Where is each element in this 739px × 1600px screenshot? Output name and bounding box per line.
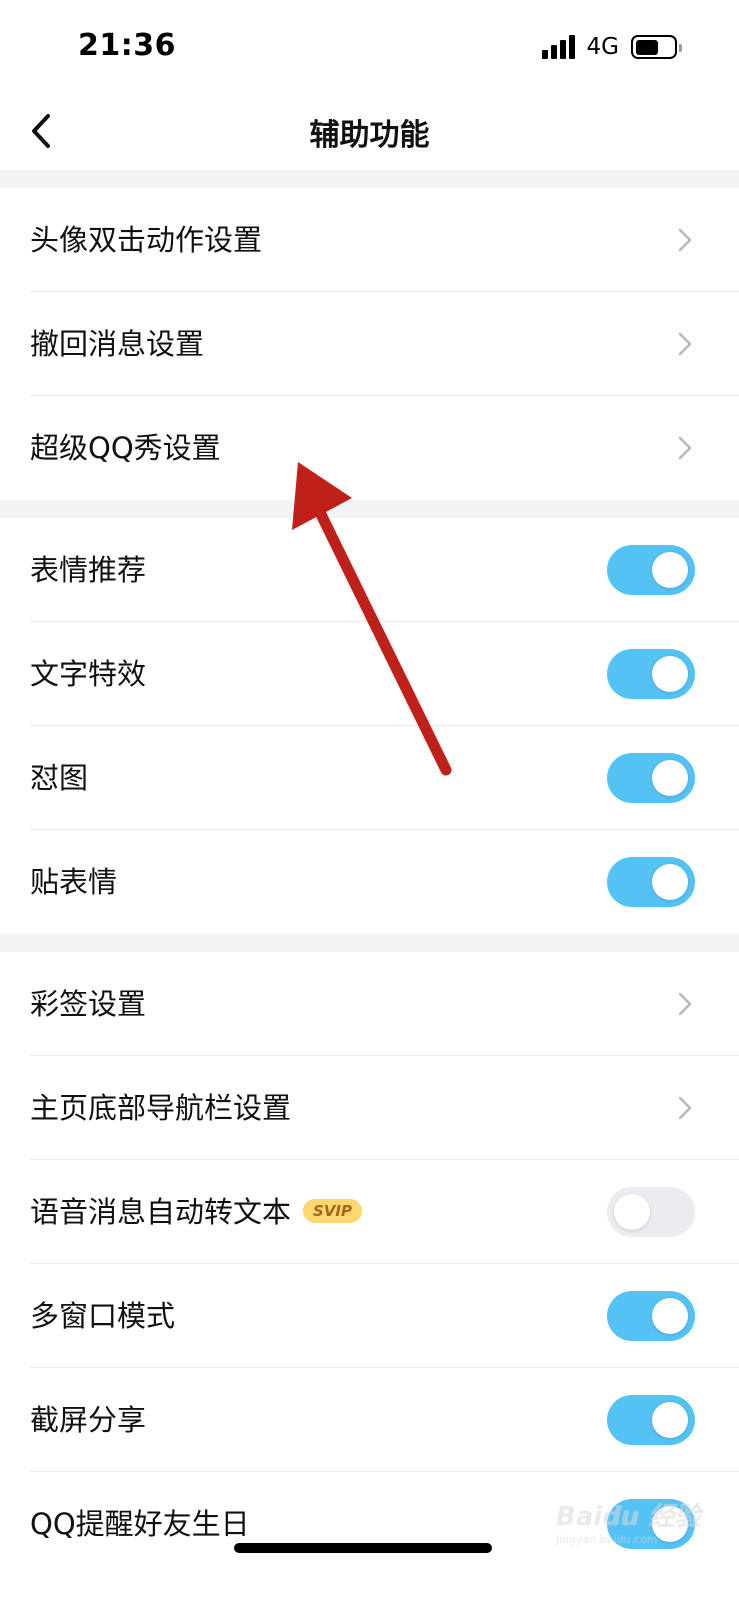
setting-label: 截屏分享: [30, 1403, 147, 1437]
setting-row-text-effects: 文字特效: [0, 622, 739, 726]
setting-row-super-qq-show[interactable]: 超级QQ秀设置: [0, 396, 739, 500]
group-separator: [0, 934, 739, 952]
setting-row-avatar-double-tap[interactable]: 头像双击动作设置: [0, 188, 739, 292]
status-time: 21:36: [78, 28, 176, 63]
meme-reply-toggle[interactable]: [607, 753, 695, 803]
sticker-toggle[interactable]: [607, 857, 695, 907]
setting-row-sticker: 贴表情: [0, 830, 739, 934]
toggle-knob: [652, 864, 688, 900]
network-type: 4G: [586, 34, 619, 60]
baidu-watermark: Baidu 经验 jingyan.baidu.com: [556, 1496, 701, 1546]
group-separator: [0, 170, 739, 188]
voice-to-text-toggle[interactable]: [607, 1187, 695, 1237]
toggle-knob: [652, 1402, 688, 1438]
setting-label: 彩签设置: [30, 987, 147, 1021]
setting-row-recall-message[interactable]: 撤回消息设置: [0, 292, 739, 396]
setting-label: 贴表情: [30, 865, 118, 899]
navigation-bar: 辅助功能: [0, 92, 739, 170]
toggle-knob: [652, 760, 688, 796]
chevron-right-icon: [678, 1096, 692, 1120]
home-indicator[interactable]: [234, 1543, 492, 1553]
setting-row-meme-reply: 怼图: [0, 726, 739, 830]
watermark-text: Baidu 经验: [556, 1502, 701, 1532]
setting-row-screenshot-share: 截屏分享: [0, 1368, 739, 1472]
status-indicators: 4G: [541, 34, 682, 60]
page-title: 辅助功能: [309, 118, 430, 153]
setting-label: 怼图: [30, 761, 89, 795]
setting-row-emoji-recommend: 表情推荐: [0, 518, 739, 622]
setting-label-text: 语音消息自动转文本: [30, 1195, 292, 1229]
setting-label: 文字特效: [30, 657, 147, 691]
setting-label: 头像双击动作设置: [30, 223, 263, 257]
setting-label: 语音消息自动转文本 SVIP: [30, 1160, 363, 1264]
emoji-recommend-toggle[interactable]: [607, 545, 695, 595]
toggle-knob: [614, 1194, 650, 1230]
battery-icon: [631, 35, 682, 59]
screenshot-share-toggle[interactable]: [607, 1395, 695, 1445]
setting-row-bottom-nav[interactable]: 主页底部导航栏设置: [0, 1056, 739, 1160]
watermark-subtext: jingyan.baidu.com: [556, 1533, 658, 1546]
chevron-right-icon: [678, 228, 692, 252]
signal-icon: [541, 35, 575, 59]
toggle-knob: [652, 1298, 688, 1334]
setting-label: 主页底部导航栏设置: [30, 1091, 292, 1125]
toggle-knob: [652, 656, 688, 692]
multi-window-toggle[interactable]: [607, 1291, 695, 1341]
chevron-right-icon: [678, 436, 692, 460]
setting-label: 超级QQ秀设置: [30, 431, 221, 465]
toggle-knob: [652, 552, 688, 588]
setting-label: 撤回消息设置: [30, 327, 205, 361]
chevron-right-icon: [678, 332, 692, 356]
svip-badge: SVIP: [303, 1199, 363, 1223]
setting-label: 表情推荐: [30, 553, 147, 587]
group-separator: [0, 500, 739, 518]
setting-row-voice-to-text: 语音消息自动转文本 SVIP: [0, 1160, 739, 1264]
setting-row-multi-window: 多窗口模式: [0, 1264, 739, 1368]
status-bar: 21:36 4G: [0, 0, 739, 92]
text-effects-toggle[interactable]: [607, 649, 695, 699]
setting-label: 多窗口模式: [30, 1299, 176, 1333]
setting-label: QQ提醒好友生日: [30, 1507, 250, 1541]
chevron-right-icon: [678, 992, 692, 1016]
setting-row-color-tag[interactable]: 彩签设置: [0, 952, 739, 1056]
